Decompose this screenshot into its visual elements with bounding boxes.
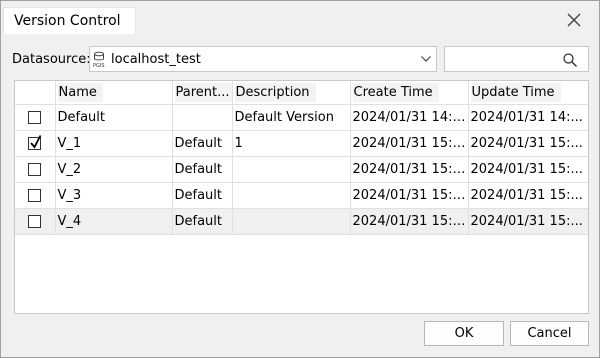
table-row[interactable]: V_3 Default 2024/01/31 15:1... 2024/01/31 1… <box>15 182 588 209</box>
cell-name: V_4 <box>55 208 173 235</box>
cell-parent: Default <box>172 156 233 183</box>
column-header-name[interactable]: Name <box>55 81 173 105</box>
cell-update-time: 2024/01/31 15:... <box>468 130 588 157</box>
table-row[interactable]: V_2 Default 2024/01/31 15:1... 2024/01/31 1… <box>15 156 588 183</box>
checkmark-icon <box>30 135 42 149</box>
cell-description <box>232 156 351 183</box>
cell-update-time: 2024/01/31 15:... <box>468 156 588 183</box>
datasource-value: localhost_test <box>111 52 201 67</box>
cell-create-time: 2024/01/31 14:5... <box>350 104 469 131</box>
cell-description <box>232 182 351 209</box>
pgis-database-icon: PGIS <box>93 51 105 68</box>
cell-update-time: 2024/01/31 15:... <box>468 182 588 209</box>
search-icon[interactable] <box>562 52 578 68</box>
table-row[interactable]: V_4 Default 2024/01/31 15:1... 2024/01/31 1… <box>15 208 588 235</box>
search-box[interactable] <box>444 46 589 72</box>
cell-parent: Default <box>172 208 233 235</box>
column-header-select[interactable] <box>15 81 56 105</box>
svg-text:PGIS: PGIS <box>93 63 105 68</box>
cell-description: 1 <box>232 130 351 157</box>
row-select-cell <box>15 130 56 157</box>
row-checkbox[interactable] <box>28 111 42 124</box>
table-header-row: Name Parent... Description Create Time U… <box>15 81 588 105</box>
row-checkbox[interactable] <box>28 163 42 176</box>
row-checkbox[interactable] <box>28 135 42 150</box>
table-row[interactable]: Default Default Version 2024/01/31 14:5...… <box>15 104 588 131</box>
version-control-dialog: Version Control Datasource: PGIS localho… <box>0 0 600 358</box>
column-header-parent[interactable]: Parent... <box>172 81 233 105</box>
cell-parent <box>172 104 233 131</box>
cell-create-time: 2024/01/31 15:1... <box>350 208 469 235</box>
cancel-button[interactable]: Cancel <box>510 321 589 346</box>
cell-update-time: 2024/01/31 14:... <box>468 104 588 131</box>
close-button[interactable] <box>564 10 584 30</box>
row-checkbox[interactable] <box>28 189 42 202</box>
column-header-create-time[interactable]: Create Time <box>350 81 469 105</box>
column-header-update-time[interactable]: Update Time <box>468 81 588 105</box>
cell-name: Default <box>55 104 173 131</box>
cell-name: V_1 <box>55 130 173 157</box>
cell-parent: Default <box>172 130 233 157</box>
cell-update-time: 2024/01/31 15:... <box>468 208 588 235</box>
row-select-cell <box>15 208 56 235</box>
versions-table: Name Parent... Description Create Time U… <box>14 80 589 314</box>
cell-create-time: 2024/01/31 15:1... <box>350 130 469 157</box>
cell-name: V_3 <box>55 182 173 209</box>
cell-create-time: 2024/01/31 15:1... <box>350 182 469 209</box>
title-bar: Version Control <box>1 1 599 39</box>
row-select-cell <box>15 104 56 131</box>
cell-description: Default Version <box>232 104 351 131</box>
close-icon <box>567 13 581 27</box>
ok-button[interactable]: OK <box>424 321 504 346</box>
dialog-title: Version Control <box>3 7 136 34</box>
table-row[interactable]: V_1 Default 1 2024/01/31 15:1... 2024/01/31 … <box>15 130 588 157</box>
chevron-down-icon <box>421 56 431 62</box>
cell-description <box>232 208 351 235</box>
row-checkbox[interactable] <box>28 215 42 228</box>
datasource-label: Datasource: <box>12 52 91 67</box>
row-select-cell <box>15 182 56 209</box>
column-header-description[interactable]: Description <box>232 81 351 105</box>
search-input[interactable] <box>447 49 558 69</box>
datasource-dropdown[interactable]: PGIS localhost_test <box>89 46 437 72</box>
cell-create-time: 2024/01/31 15:1... <box>350 156 469 183</box>
cell-name: V_2 <box>55 156 173 183</box>
row-select-cell <box>15 156 56 183</box>
cell-parent: Default <box>172 182 233 209</box>
